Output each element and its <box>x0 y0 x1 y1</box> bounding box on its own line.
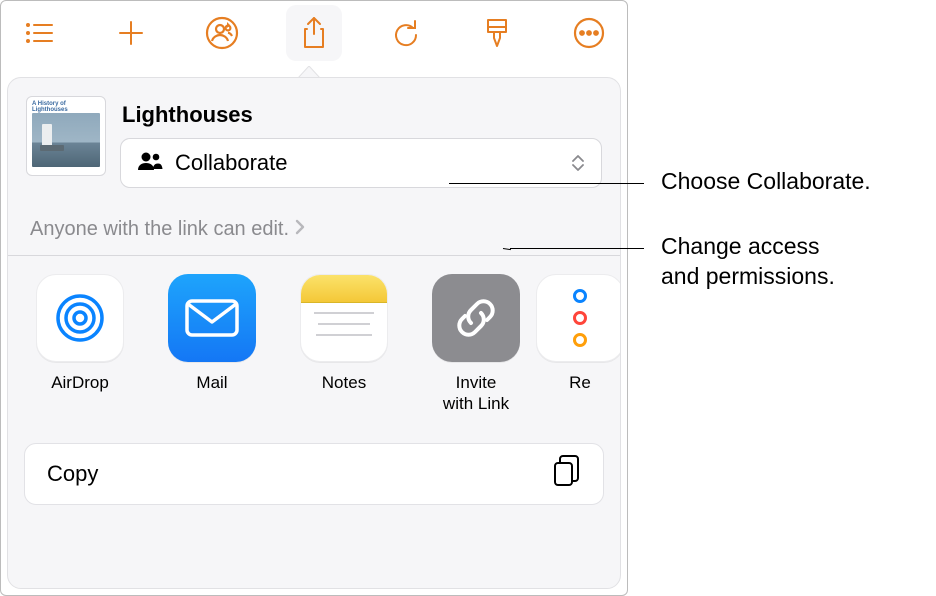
collaborate-dropdown[interactable]: Collaborate <box>120 138 602 188</box>
app-row: AirDrop Mail Notes <box>8 256 620 423</box>
notes-icon[interactable] <box>300 274 388 362</box>
copy-label: Copy <box>47 461 98 487</box>
app-label: Notes <box>322 372 366 414</box>
undo-icon[interactable] <box>378 5 434 61</box>
people-icon <box>137 151 163 176</box>
permissions-row[interactable]: Anyone with the link can edit. <box>8 200 620 255</box>
callout-choose: Choose Collaborate. <box>661 168 871 195</box>
share-icon[interactable] <box>286 5 342 61</box>
callout-line <box>510 248 644 249</box>
reminders-icon[interactable] <box>536 274 620 362</box>
chevron-updown-icon <box>571 155 585 171</box>
app-label: Invite with Link <box>443 372 509 415</box>
mail-icon[interactable] <box>168 274 256 362</box>
add-icon[interactable] <box>103 5 159 61</box>
airdrop-icon[interactable] <box>36 274 124 362</box>
brush-icon[interactable] <box>469 5 525 61</box>
permissions-text: Anyone with the link can edit. <box>30 218 289 241</box>
share-panel: A History of Lighthouses Lighthouses Col… <box>0 0 628 596</box>
callout-permissions: Change access and permissions. <box>661 232 835 292</box>
dropdown-label: Collaborate <box>175 150 559 176</box>
app-label: Mail <box>196 372 227 414</box>
copy-icon <box>551 454 581 493</box>
callout-line <box>449 183 644 184</box>
invite-link-icon[interactable] <box>432 274 520 362</box>
toolbar <box>1 1 627 65</box>
copy-action[interactable]: Copy <box>24 443 604 505</box>
app-label: Re <box>569 372 591 414</box>
list-icon[interactable] <box>11 5 67 61</box>
chevron-right-icon <box>295 218 305 241</box>
document-thumbnail: A History of Lighthouses <box>26 96 106 176</box>
more-icon[interactable] <box>561 5 617 61</box>
document-title: Lighthouses <box>122 102 602 128</box>
people-icon[interactable] <box>194 5 250 61</box>
app-label: AirDrop <box>51 372 109 414</box>
share-sheet: A History of Lighthouses Lighthouses Col… <box>7 77 621 589</box>
